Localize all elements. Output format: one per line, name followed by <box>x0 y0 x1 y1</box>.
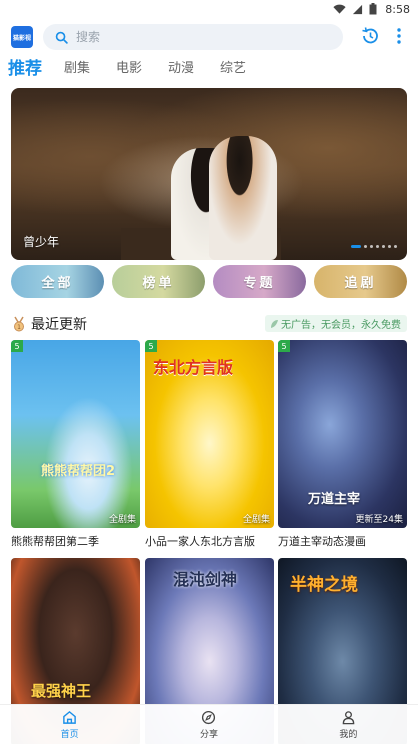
nav-home-label: 首页 <box>60 729 79 740</box>
recent-updates-header: 1 最近更新 无广告，无会员，永久免费 <box>11 314 407 334</box>
cover-title: 熊熊帮帮团2 <box>41 464 116 479</box>
quick-category-all[interactable]: 全部 <box>11 265 104 298</box>
carousel-dot[interactable] <box>376 245 379 248</box>
quick-category-topics[interactable]: 专题 <box>213 265 306 298</box>
carousel-dot[interactable] <box>351 245 361 248</box>
home-icon <box>63 710 76 724</box>
nav-home[interactable]: 首页 <box>0 705 139 744</box>
top-bar: 猫影视 <box>0 24 418 52</box>
carousel-dot[interactable] <box>382 245 385 248</box>
more-options-icon[interactable] <box>392 26 406 46</box>
nav-share[interactable]: 分享 <box>139 705 278 744</box>
quick-category-following[interactable]: 追剧 <box>314 265 407 298</box>
video-title[interactable]: 万道主宰动态漫画 <box>278 533 407 549</box>
banner-image-man <box>209 136 277 260</box>
battery-icon <box>369 3 377 15</box>
nav-share-label: 分享 <box>199 729 218 740</box>
search-icon <box>55 31 68 44</box>
episode-status: 更新至24集 <box>355 515 403 525</box>
medal-icon: 1 <box>14 316 24 332</box>
tab-series[interactable]: 剧集 <box>64 58 90 80</box>
cover-title: 万道主宰 <box>308 492 361 507</box>
cover-title: 东北方言版 <box>153 358 234 377</box>
feather-icon <box>271 319 278 328</box>
compass-icon <box>202 710 216 724</box>
carousel-dot[interactable] <box>388 245 391 248</box>
search-input[interactable] <box>76 30 276 44</box>
cover-title: 最强神王 <box>31 682 92 700</box>
episode-status: 全剧集 <box>242 515 270 525</box>
history-icon[interactable] <box>360 26 380 46</box>
status-icons <box>333 3 377 15</box>
bottom-navigation: 首页 分享 我的 <box>0 704 418 744</box>
video-card[interactable]: 5 熊熊帮帮团2 全剧集 熊熊帮帮团第二季 <box>11 340 140 548</box>
ad-free-badge: 无广告，无会员，永久免费 <box>265 315 407 332</box>
signal-icon <box>353 4 363 14</box>
video-cover[interactable]: 5 万道主宰 更新至24集 <box>278 340 407 528</box>
banner-caption: 曾少年 <box>23 235 60 249</box>
rating-badge: 5 <box>278 340 290 352</box>
quick-category-rankings[interactable]: 榜单 <box>112 265 205 298</box>
carousel-dot[interactable] <box>364 245 367 248</box>
tab-recommend[interactable]: 推荐 <box>8 58 42 80</box>
carousel-dot[interactable] <box>370 245 373 248</box>
episode-status: 全剧集 <box>108 515 136 525</box>
nav-profile-label: 我的 <box>339 729 358 740</box>
tab-variety[interactable]: 综艺 <box>220 58 246 80</box>
video-card[interactable]: 5 东北方言版 全剧集 小品一家人东北方言版 <box>145 340 274 548</box>
banner-carousel[interactable]: 曾少年 <box>11 88 407 260</box>
carousel-dot[interactable] <box>394 245 397 248</box>
tab-movies[interactable]: 电影 <box>116 58 142 80</box>
nav-profile[interactable]: 我的 <box>279 705 418 744</box>
rating-badge: 5 <box>145 340 157 352</box>
tab-anime[interactable]: 动漫 <box>168 58 194 80</box>
ad-free-text: 无广告，无会员，永久免费 <box>281 320 401 331</box>
video-cover[interactable]: 5 熊熊帮帮团2 全剧集 <box>11 340 140 528</box>
status-time: 8:58 <box>385 2 410 16</box>
user-icon <box>342 710 355 724</box>
cover-title: 半神之境 <box>290 575 358 595</box>
video-title[interactable]: 小品一家人东北方言版 <box>145 533 274 549</box>
rating-badge: 5 <box>11 340 23 352</box>
status-bar: 8:58 <box>0 0 418 18</box>
video-card[interactable]: 5 万道主宰 更新至24集 万道主宰动态漫画 <box>278 340 407 548</box>
wifi-icon <box>333 4 346 14</box>
svg-text:1: 1 <box>17 324 21 331</box>
quick-categories: 全部 榜单 专题 追剧 <box>11 265 407 298</box>
video-title[interactable]: 熊熊帮帮团第二季 <box>11 533 140 549</box>
search-bar[interactable] <box>43 24 343 50</box>
section-title: 最近更新 <box>31 317 87 333</box>
app-logo[interactable]: 猫影视 <box>11 26 33 48</box>
video-cover[interactable]: 5 东北方言版 全剧集 <box>145 340 274 528</box>
cover-title: 混沌剑神 <box>173 570 238 589</box>
category-tabs: 推荐 剧集 电影 动漫 综艺 <box>8 58 272 80</box>
carousel-indicator <box>351 245 397 248</box>
